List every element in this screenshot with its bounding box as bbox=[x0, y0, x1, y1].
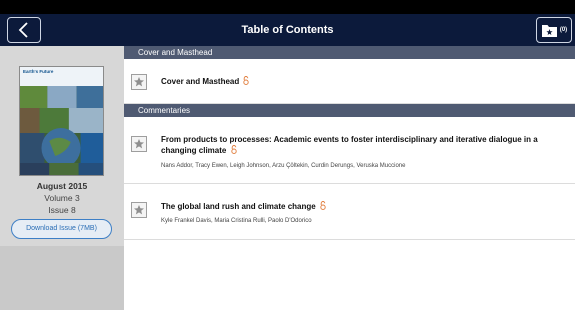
page-title: Table of Contents bbox=[241, 24, 334, 36]
bookmark-star-button[interactable] bbox=[131, 136, 147, 152]
open-access-lock-icon bbox=[230, 145, 237, 154]
table-of-contents-list: Cover and Masthead Cover and Masthead Co… bbox=[124, 46, 575, 310]
issue-volume: Volume 3 bbox=[44, 193, 80, 203]
open-access-lock-icon bbox=[320, 201, 326, 210]
issue-number: Issue 8 bbox=[48, 205, 76, 215]
open-access-lock-icon bbox=[243, 76, 250, 85]
section-header-cover-masthead: Cover and Masthead bbox=[124, 46, 575, 59]
issue-info-panel: Earth's Future August 2015 Volume 3 Issu… bbox=[0, 46, 124, 246]
saved-articles-button[interactable]: (0) bbox=[536, 17, 572, 43]
back-button[interactable] bbox=[7, 17, 41, 43]
app-header: Table of Contents (0) bbox=[0, 14, 575, 46]
star-icon bbox=[134, 139, 144, 149]
bookmark-star-button[interactable] bbox=[131, 202, 147, 218]
folder-star-icon bbox=[541, 24, 557, 37]
issue-sidebar: Earth's Future August 2015 Volume 3 Issu… bbox=[0, 46, 124, 310]
article-authors: Kyle Frankel Davis, Maria Cristina Rulli… bbox=[161, 218, 312, 224]
chevron-left-icon bbox=[18, 22, 28, 38]
article-row[interactable]: The global land rush and climate change … bbox=[124, 184, 575, 240]
article-row[interactable]: From products to processes: Academic eve… bbox=[124, 117, 575, 184]
issue-cover-image[interactable]: Earth's Future bbox=[19, 66, 104, 176]
system-status-bar bbox=[0, 0, 575, 14]
section-header-commentaries: Commentaries bbox=[124, 104, 575, 117]
star-icon bbox=[134, 77, 144, 87]
star-icon bbox=[134, 205, 144, 215]
cover-journal-title: Earth's Future bbox=[23, 69, 54, 74]
article-authors: Nans Addor, Tracy Ewen, Leigh Johnson, A… bbox=[161, 163, 406, 169]
saved-count: (0) bbox=[559, 27, 568, 33]
download-issue-button[interactable]: Download Issue (7MB) bbox=[11, 219, 112, 239]
article-title: Cover and Masthead bbox=[161, 77, 240, 86]
article-title: The global land rush and climate change bbox=[161, 202, 316, 211]
cover-artwork bbox=[20, 86, 103, 175]
article-row[interactable]: Cover and Masthead bbox=[124, 59, 575, 104]
bookmark-star-button[interactable] bbox=[131, 74, 147, 90]
article-title: From products to processes: Academic eve… bbox=[161, 135, 538, 155]
issue-date: August 2015 bbox=[36, 181, 88, 191]
